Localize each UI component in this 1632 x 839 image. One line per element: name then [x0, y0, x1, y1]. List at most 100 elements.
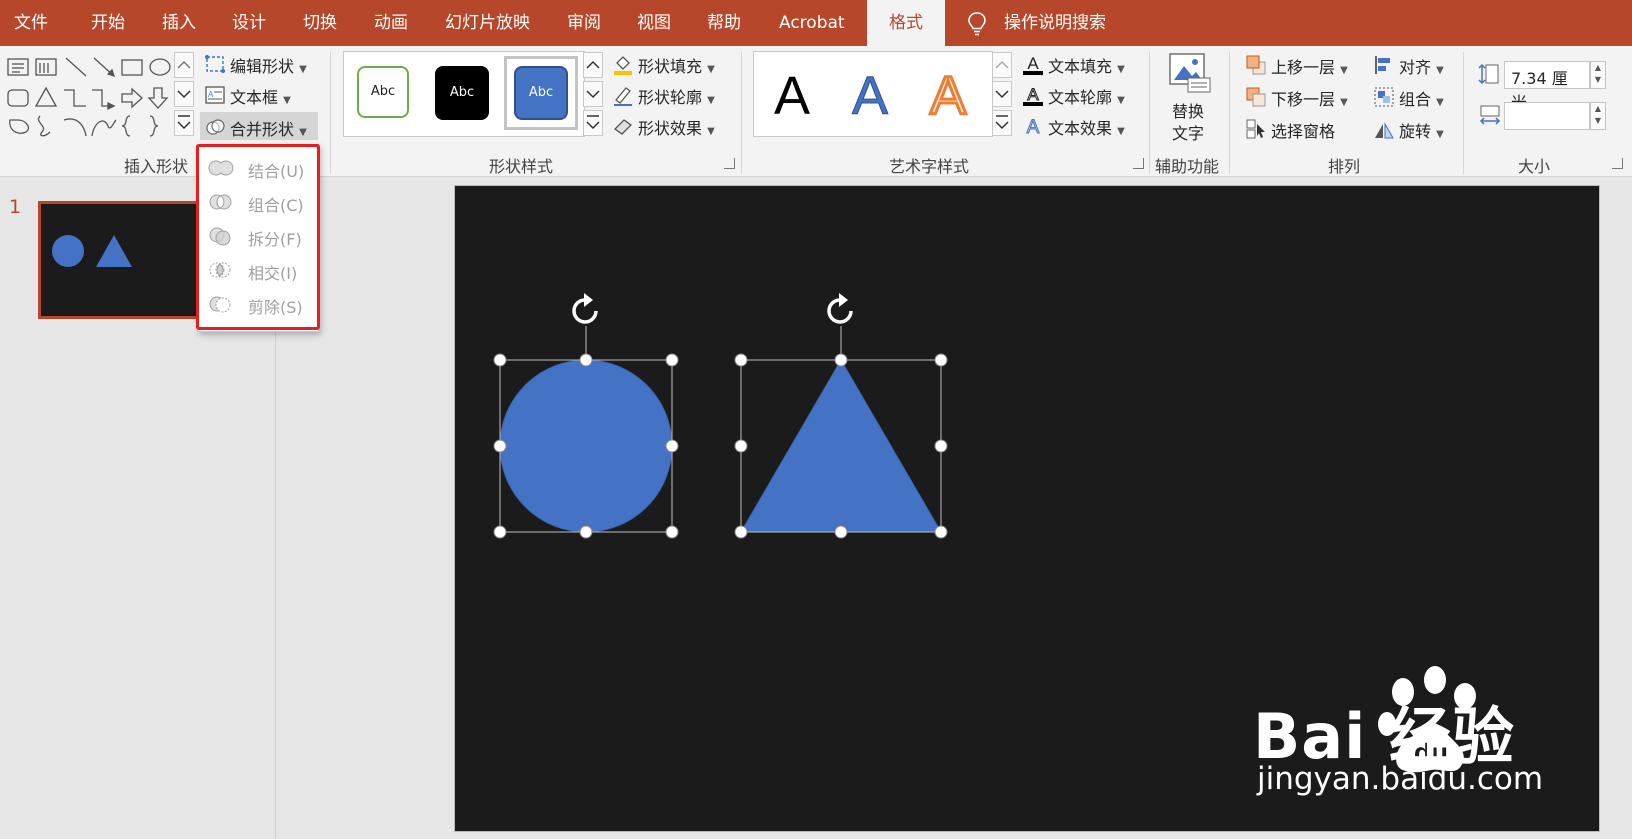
ribbon-tab-bar: 文件 开始 插入 设计 切换 动画 幻灯片放映 审阅 视图 帮助 Acrobat… — [0, 0, 1632, 46]
selection-pane-button[interactable]: 选择窗格 — [1245, 116, 1363, 142]
chevron-down-icon: ▼ — [707, 64, 715, 75]
group-label-insert-shapes: 插入形状 — [124, 157, 189, 176]
text-fill-button[interactable]: A 文本填充 ▼ — [1022, 51, 1140, 77]
shape-style-preset-outline-green[interactable]: Abc — [357, 66, 409, 118]
align-button[interactable]: 对齐 ▼ — [1373, 52, 1453, 78]
group-divider — [1149, 52, 1150, 174]
chevron-down-icon: ▼ — [1436, 65, 1444, 76]
tab-animations[interactable]: 动画 — [374, 0, 408, 46]
bring-forward-label: 上移一层 — [1271, 58, 1336, 77]
shape-style-preset-black[interactable]: Abc — [435, 66, 489, 120]
shape-style-preset-blue[interactable]: Abc — [514, 66, 568, 120]
svg-text:A: A — [1027, 54, 1039, 73]
group-label-shape-styles: 形状样式 — [489, 157, 554, 176]
shape-width-icon — [1479, 105, 1501, 125]
text-outline-label: 文本轮廓 — [1048, 88, 1113, 107]
slide-canvas[interactable]: du Bai 经验 jingyan.baidu.com — [454, 185, 1600, 832]
chevron-down-icon: ▼ — [1117, 126, 1125, 137]
shape-style-scroll-up[interactable] — [583, 52, 603, 78]
highlight-annotation-box — [196, 144, 320, 330]
chevron-down-icon: ▼ — [1117, 95, 1125, 106]
chevron-down-icon: ▼ — [299, 127, 307, 138]
group-label-arrange: 排列 — [1328, 157, 1361, 176]
circle-shape[interactable] — [499, 359, 673, 533]
text-box-icon: A — [205, 86, 225, 104]
dialog-launcher-icon[interactable] — [724, 158, 735, 169]
rotate-handle-icon[interactable] — [827, 293, 853, 324]
group-divider — [1463, 52, 1464, 174]
chevron-down-icon: ▼ — [707, 126, 715, 137]
shape-gallery[interactable] — [4, 54, 172, 138]
text-outline-icon: A — [1023, 85, 1043, 106]
tab-design[interactable]: 设计 — [232, 0, 266, 46]
wordart-preset-black[interactable]: A — [762, 62, 822, 124]
lightbulb-icon — [968, 12, 986, 36]
tab-acrobat[interactable]: Acrobat — [779, 0, 845, 46]
shape-height-spinner[interactable]: ▲ ▼ — [1590, 61, 1606, 89]
watermark-url: jingyan.baidu.com — [1257, 761, 1544, 797]
merge-shapes-icon — [206, 119, 225, 135]
wordart-scroll-up[interactable] — [992, 52, 1012, 78]
text-fill-label: 文本填充 — [1048, 57, 1113, 76]
shape-gallery-scroll-up[interactable] — [174, 52, 194, 78]
tab-help[interactable]: 帮助 — [707, 0, 741, 46]
selection-pane-label: 选择窗格 — [1271, 122, 1336, 141]
image-alt-text-icon — [1169, 53, 1211, 93]
text-box-button[interactable]: A 文本框 ▼ — [204, 82, 314, 108]
tab-slideshow[interactable]: 幻灯片放映 — [445, 0, 530, 46]
bring-forward-button[interactable]: 上移一层 ▼ — [1245, 52, 1363, 78]
shape-gallery-scroll-down[interactable] — [174, 81, 194, 107]
shape-outline-button[interactable]: 形状轮廓 ▼ — [612, 82, 732, 108]
group-label-wordart-styles: 艺术字样式 — [889, 157, 970, 176]
wordart-preset-blue[interactable]: A — [840, 62, 900, 125]
tab-format[interactable]: 格式 — [867, 0, 945, 46]
wordart-preset-blue-text: A — [852, 66, 888, 124]
shape-fill-label: 形状填充 — [638, 57, 703, 76]
shape-effects-icon — [613, 119, 633, 135]
send-backward-button[interactable]: 下移一层 ▼ — [1245, 84, 1363, 110]
wordart-preset-orange-text: A — [930, 66, 966, 124]
shape-height-field[interactable]: 7.34 厘米 — [1504, 61, 1590, 112]
edit-shape-button[interactable]: 编辑形状 ▼ — [204, 51, 314, 77]
tab-transitions[interactable]: 切换 — [303, 0, 337, 46]
wordart-more[interactable] — [992, 110, 1012, 136]
wordart-preset-black-text: A — [774, 66, 810, 124]
shape-gallery-more[interactable] — [174, 110, 194, 136]
slide-number: 1 — [9, 196, 22, 218]
pen-icon — [614, 87, 632, 106]
wordart-scroll-down[interactable] — [992, 81, 1012, 107]
dialog-launcher-icon[interactable] — [1612, 158, 1623, 169]
group-label-size: 大小 — [1518, 157, 1551, 176]
text-outline-button[interactable]: A 文本轮廓 ▼ — [1022, 82, 1140, 108]
merge-shapes-button[interactable]: 合并形状 ▼ — [200, 112, 318, 140]
tab-view[interactable]: 视图 — [637, 0, 671, 46]
tab-review[interactable]: 审阅 — [567, 0, 601, 46]
tab-file[interactable]: 文件 — [14, 0, 48, 46]
alt-text-button[interactable]: 替换 文字 — [1160, 52, 1218, 144]
merge-shapes-label: 合并形状 — [230, 120, 295, 139]
shape-height-icon — [1478, 63, 1499, 85]
chevron-down-icon: ▼ — [1340, 97, 1348, 108]
paint-bucket-icon — [614, 56, 632, 75]
tab-home[interactable]: 开始 — [91, 0, 125, 46]
rotate-handle-icon[interactable] — [572, 293, 598, 324]
dialog-launcher-icon[interactable] — [1133, 158, 1144, 169]
tab-insert[interactable]: 插入 — [162, 0, 196, 46]
svg-text:A: A — [1027, 85, 1039, 104]
text-effects-label: 文本效果 — [1048, 119, 1113, 138]
wordart-preset-orange[interactable]: A — [918, 62, 978, 125]
rotate-button[interactable]: 旋转 ▼ — [1373, 116, 1453, 142]
group-objects-button[interactable]: 组合 ▼ — [1373, 84, 1453, 110]
text-effects-button[interactable]: A 文本效果 ▼ — [1022, 113, 1140, 139]
shape-effects-button[interactable]: 形状效果 ▼ — [612, 113, 732, 139]
shape-style-more[interactable] — [583, 110, 603, 136]
chevron-down-icon: ▼ — [283, 95, 291, 106]
shape-width-spinner[interactable]: ▲ ▼ — [1590, 102, 1606, 130]
group-divider — [330, 52, 331, 174]
triangle-shape[interactable] — [740, 359, 942, 533]
align-label: 对齐 — [1399, 58, 1432, 77]
shape-width-field[interactable] — [1504, 102, 1590, 130]
shape-style-scroll-down[interactable] — [583, 81, 603, 107]
tell-me-search[interactable]: 操作说明搜索 — [1004, 0, 1106, 46]
shape-fill-button[interactable]: 形状填充 ▼ — [612, 51, 732, 77]
